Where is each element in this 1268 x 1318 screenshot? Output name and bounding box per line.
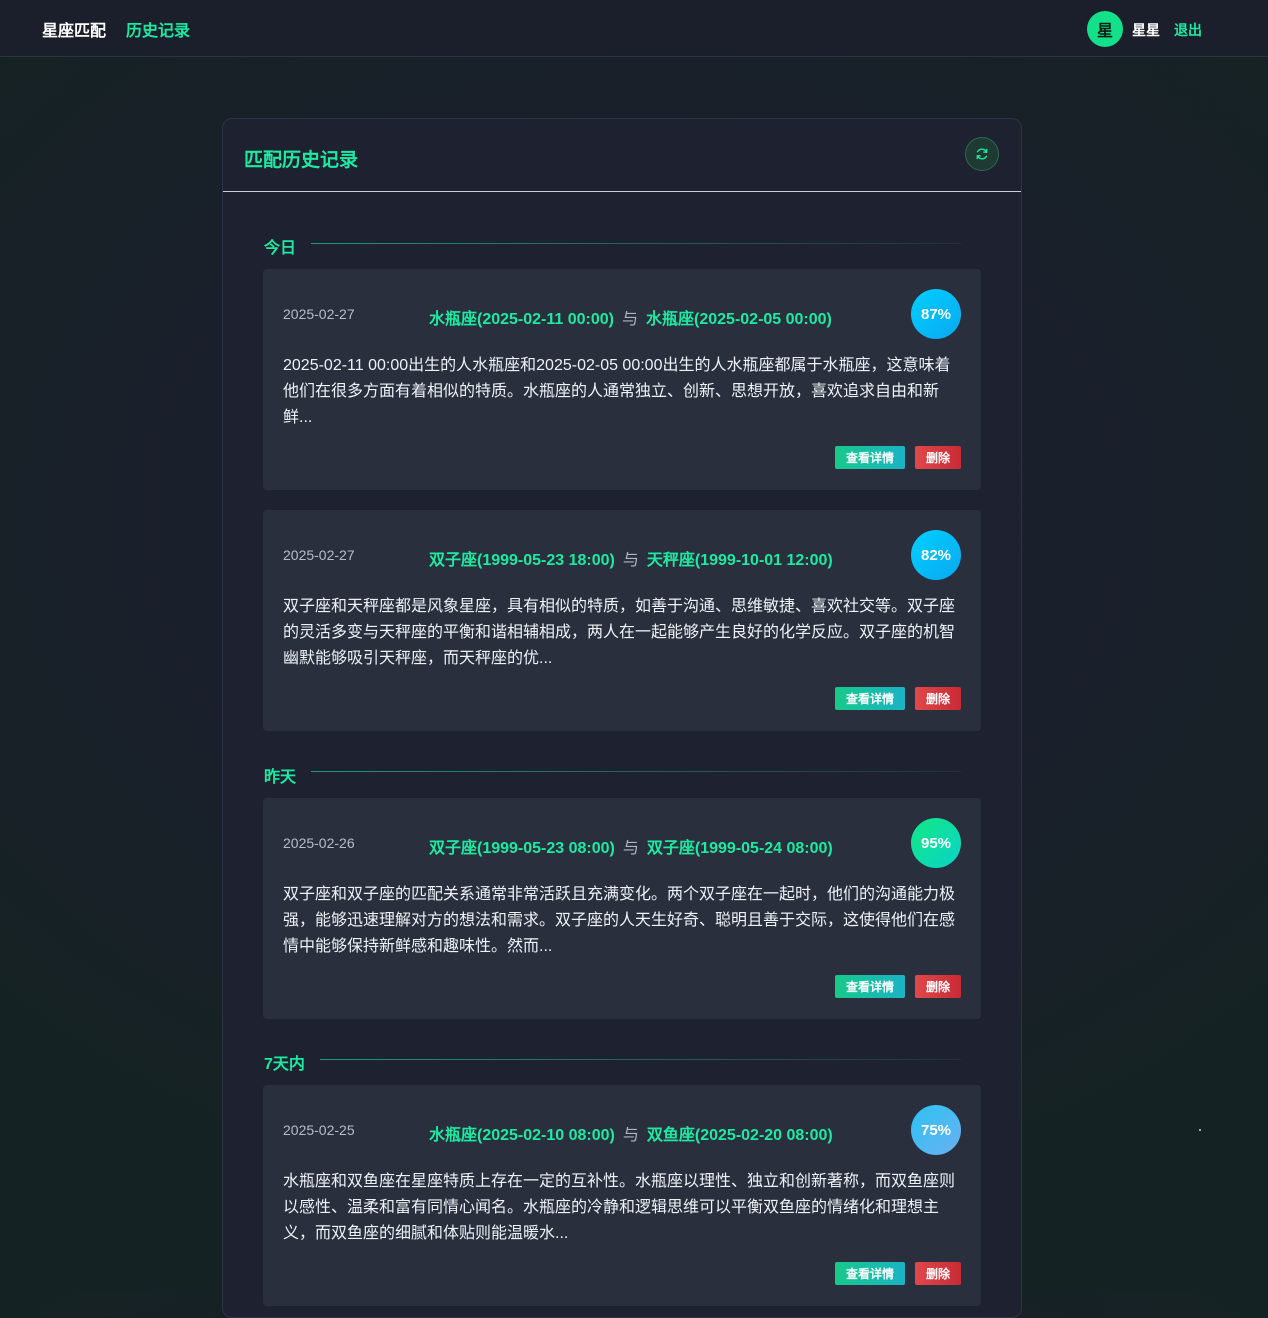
- avatar[interactable]: 星: [1087, 11, 1123, 47]
- view-detail-button[interactable]: 查看详情: [835, 1262, 905, 1285]
- record-description: 双子座和天秤座都是风象星座，具有相似的特质，如善于沟通、思维敏捷、喜欢社交等。双…: [283, 598, 956, 667]
- person-a-sign: 水瓶座(2025-02-10 08:00): [429, 1127, 615, 1144]
- delete-button[interactable]: 删除: [915, 975, 961, 998]
- history-card: 2025-02-25 水瓶座(2025-02-10 08:00) 与双鱼座(202…: [263, 1085, 981, 1306]
- history-card: 2025-02-27 水瓶座(2025-02-11 00:00) 与水瓶座(202…: [263, 269, 981, 490]
- group-divider: [311, 243, 961, 244]
- match-pair: 水瓶座(2025-02-10 08:00) 与双鱼座(2025-02-20 08:…: [429, 1121, 833, 1145]
- group-divider: [320, 1059, 961, 1060]
- person-b-sign: 天秤座(1999-10-01 12:00): [646, 552, 833, 569]
- record-description: 水瓶座和双鱼座在星座特质上存在一定的互补性。水瓶座以理性、独立和创新著称，而双鱼…: [283, 1173, 956, 1242]
- record-date: 2025-02-27: [283, 306, 355, 322]
- brand-link[interactable]: 星座匹配: [42, 17, 106, 41]
- score-badge: 87%: [911, 289, 961, 339]
- person-b-sign: 双子座(1999-05-24 08:00): [646, 840, 833, 857]
- logout-link[interactable]: 退出: [1174, 20, 1202, 40]
- page-title: 匹配历史记录: [244, 150, 359, 171]
- group-label-today: 今日: [264, 240, 297, 257]
- connector-text: 与: [622, 311, 639, 328]
- history-panel: 匹配历史记录 今日 2025-02-27 水瓶座(2025-02-11 00:0…: [222, 118, 1022, 1318]
- match-pair: 双子座(1999-05-23 18:00) 与天秤座(1999-10-01 12:…: [429, 546, 833, 570]
- person-a-sign: 水瓶座(2025-02-11 00:00): [429, 311, 614, 328]
- top-nav-bar: 星座匹配 历史记录 星 星星 退出: [0, 0, 1268, 57]
- person-a-sign: 双子座(1999-05-23 08:00): [429, 840, 615, 857]
- username: 星星: [1132, 22, 1160, 38]
- record-date: 2025-02-26: [283, 835, 355, 851]
- refresh-icon: [976, 148, 988, 160]
- connector-text: 与: [622, 552, 639, 569]
- view-detail-button[interactable]: 查看详情: [835, 687, 905, 710]
- record-date: 2025-02-27: [283, 547, 355, 563]
- nav-history-link[interactable]: 历史记录: [126, 17, 190, 41]
- background-star: [1199, 1129, 1201, 1131]
- history-card: 2025-02-27 双子座(1999-05-23 18:00) 与天秤座(199…: [263, 510, 981, 731]
- avatar-initial: 星: [1096, 23, 1113, 40]
- match-pair: 双子座(1999-05-23 08:00) 与双子座(1999-05-24 08:…: [429, 834, 833, 858]
- group-label-yesterday: 昨天: [264, 769, 297, 786]
- person-b-sign: 双鱼座(2025-02-20 08:00): [646, 1127, 833, 1144]
- view-detail-button[interactable]: 查看详情: [835, 975, 905, 998]
- person-b-sign: 水瓶座(2025-02-05 00:00): [646, 311, 832, 328]
- person-a-sign: 双子座(1999-05-23 18:00): [429, 552, 615, 569]
- score-value: 95%: [920, 834, 952, 852]
- score-value: 75%: [920, 1121, 952, 1139]
- history-card: 2025-02-26 双子座(1999-05-23 08:00) 与双子座(199…: [263, 798, 981, 1019]
- score-badge: 95%: [911, 818, 961, 868]
- score-value: 87%: [920, 305, 952, 323]
- connector-text: 与: [622, 840, 639, 857]
- score-badge: 75%: [911, 1105, 961, 1155]
- record-description: 双子座和双子座的匹配关系通常非常活跃且充满变化。两个双子座在一起时，他们的沟通能…: [283, 886, 956, 955]
- group-label-7days: 7天内: [264, 1056, 305, 1073]
- refresh-button[interactable]: [965, 137, 999, 171]
- delete-button[interactable]: 删除: [915, 1262, 961, 1285]
- score-badge: 82%: [911, 530, 961, 580]
- record-date: 2025-02-25: [283, 1122, 355, 1138]
- delete-button[interactable]: 删除: [915, 687, 961, 710]
- delete-button[interactable]: 删除: [915, 446, 961, 469]
- view-detail-button[interactable]: 查看详情: [835, 446, 905, 469]
- group-divider: [311, 771, 961, 772]
- connector-text: 与: [622, 1127, 639, 1144]
- record-description: 2025-02-11 00:00出生的人水瓶座和2025-02-05 00:00…: [283, 357, 951, 426]
- panel-header: 匹配历史记录: [223, 119, 1021, 192]
- score-value: 82%: [920, 546, 952, 564]
- match-pair: 水瓶座(2025-02-11 00:00) 与水瓶座(2025-02-05 00:…: [429, 305, 832, 329]
